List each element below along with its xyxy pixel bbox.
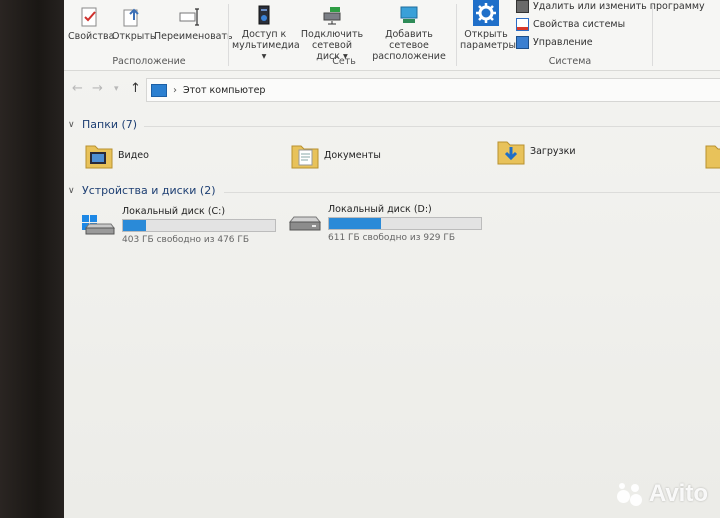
folder-documents[interactable]: Документы: [290, 140, 381, 170]
forward-arrow-icon[interactable]: →: [92, 81, 103, 96]
file-explorer-window: Свойства Открыть Переименовать Расположе…: [64, 0, 720, 518]
avito-logo-icon: [616, 482, 645, 506]
chevron-right-icon: ›: [173, 84, 177, 96]
system-properties-icon: [516, 18, 529, 31]
windows-drive-icon: [82, 215, 115, 235]
downloads-folder-icon: [497, 141, 525, 165]
rename-icon: [179, 8, 199, 26]
properties-button[interactable]: Свойства: [68, 6, 114, 42]
properties-icon: [81, 7, 97, 27]
programs-icon: [516, 0, 529, 13]
manage-link[interactable]: Управление: [516, 36, 593, 49]
drive-usage-bar: [122, 219, 276, 232]
open-icon: [123, 8, 139, 27]
drive-usage-fill: [123, 220, 146, 231]
folder-videos[interactable]: Видео: [84, 140, 149, 170]
settings-gear-icon: [473, 0, 499, 26]
back-arrow-icon[interactable]: ←: [72, 81, 83, 96]
map-network-drive-button[interactable]: Подключить сетевой диск ▾: [300, 4, 364, 62]
address-bar[interactable]: › Этот компьютер: [146, 78, 720, 102]
this-pc-icon: [151, 83, 167, 97]
drive-name: Локальный диск (D:): [328, 204, 432, 215]
group-label-network: Сеть: [332, 56, 356, 67]
system-properties-link[interactable]: Свойства системы: [516, 18, 625, 31]
group-label-system: Система: [548, 56, 592, 67]
drive-usage-fill: [329, 218, 381, 229]
videos-folder-icon: [85, 145, 113, 169]
up-arrow-icon[interactable]: ↑: [130, 81, 141, 96]
drive-d[interactable]: Локальный диск (D:) 611 ГБ свободно из 9…: [288, 204, 488, 244]
history-dropdown-icon[interactable]: ▾: [114, 84, 119, 94]
ribbon: Свойства Открыть Переименовать Расположе…: [64, 0, 720, 71]
collapse-chevron-icon[interactable]: ∨: [68, 120, 82, 130]
media-server-icon: [258, 5, 270, 25]
drive-name: Локальный диск (C:): [122, 206, 226, 217]
folders-section-header[interactable]: ∨ Папки (7): [68, 118, 137, 131]
ribbon-separator: [228, 4, 229, 66]
breadcrumb-this-pc[interactable]: Этот компьютер: [183, 85, 265, 96]
folder-downloads[interactable]: Загрузки: [496, 136, 576, 166]
ribbon-separator: [456, 4, 457, 66]
section-divider: [224, 192, 720, 193]
network-drive-icon: [323, 7, 341, 25]
collapse-chevron-icon[interactable]: ∨: [68, 186, 82, 196]
monitor-bezel: [0, 0, 64, 518]
open-settings-button[interactable]: Открыть параметры: [460, 0, 516, 51]
media-access-button[interactable]: Доступ к мультимедиа ▾: [232, 4, 300, 62]
manage-computer-icon: [516, 36, 529, 49]
network-location-icon: [400, 6, 418, 23]
devices-section-header[interactable]: ∨ Устройства и диски (2): [68, 184, 216, 197]
navigation-bar: ← → ▾ ↑ › Этот компьютер: [64, 78, 720, 102]
drive-free-space: 611 ГБ свободно из 929 ГБ: [328, 233, 456, 243]
group-label-location: Расположение: [112, 56, 186, 67]
documents-folder-icon: [291, 145, 319, 169]
drive-usage-bar: [328, 217, 482, 230]
rename-button[interactable]: Переименовать: [154, 6, 233, 42]
add-network-location-button[interactable]: Добавить сетевое расположение: [368, 4, 450, 62]
folder-icon: [705, 145, 720, 169]
uninstall-program-link[interactable]: Удалить или изменить программу: [516, 0, 705, 13]
avito-watermark: Avito: [616, 480, 708, 508]
ribbon-separator: [652, 4, 653, 66]
open-button[interactable]: Открыть: [112, 6, 155, 42]
drive-icon: [288, 216, 322, 231]
drive-c[interactable]: Локальный диск (C:) 403 ГБ свободно из 4…: [82, 206, 282, 246]
drive-free-space: 403 ГБ свободно из 476 ГБ: [122, 235, 250, 245]
section-divider: [144, 126, 720, 127]
folder-partial[interactable]: [704, 140, 720, 170]
